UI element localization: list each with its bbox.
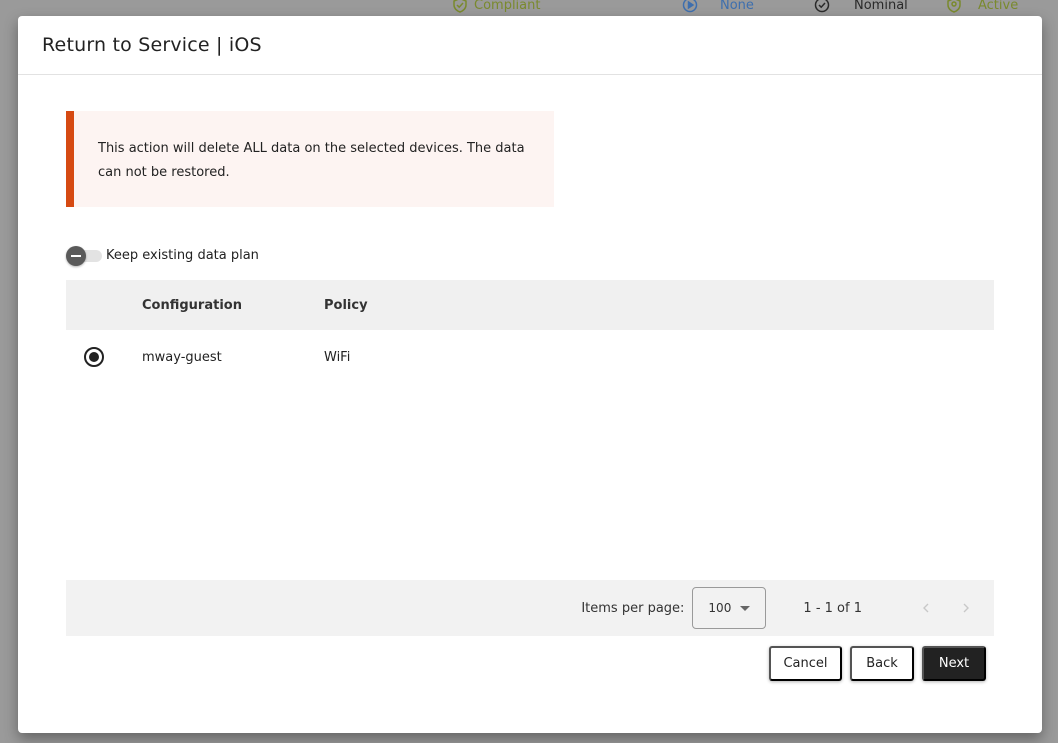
next-page-button[interactable] <box>946 588 986 628</box>
items-per-page-select[interactable]: 100 <box>692 587 767 629</box>
shield-check-icon <box>453 0 467 13</box>
paginator: Items per page: 100 1 - 1 of 1 <box>66 580 994 636</box>
dialog-title: Return to Service | iOS <box>42 34 262 56</box>
dropdown-caret-icon <box>740 606 751 611</box>
return-to-service-dialog: Return to Service | iOS This action will… <box>18 16 1042 733</box>
row-radio-button[interactable] <box>84 347 104 367</box>
background-status-label: None <box>720 0 754 13</box>
column-header-policy: Policy <box>324 297 368 313</box>
chevron-right-icon <box>963 603 969 613</box>
background-status-nominal: Nominal <box>814 0 908 13</box>
cancel-button[interactable]: Cancel <box>769 646 842 681</box>
column-header-configuration: Configuration <box>142 297 242 313</box>
cell-policy: WiFi <box>324 349 351 365</box>
background-status-active: Active <box>946 0 1018 13</box>
next-button[interactable]: Next <box>922 646 986 681</box>
items-per-page-label: Items per page: <box>581 600 685 616</box>
table-row[interactable]: mway-guest WiFi <box>66 330 994 384</box>
shield-user-icon <box>947 0 961 13</box>
background-status-none: None <box>682 0 754 13</box>
configuration-table: Configuration Policy mway-guest WiFi <box>66 280 994 384</box>
keep-data-plan-toggle[interactable] <box>66 245 102 266</box>
background-status-label: Nominal <box>854 0 908 13</box>
chevron-left-icon <box>923 603 929 613</box>
play-circle-icon <box>682 0 698 13</box>
row-select-cell <box>66 347 142 367</box>
background-status-label: Compliant <box>474 0 541 13</box>
keep-data-plan-row: Keep existing data plan <box>66 243 259 267</box>
radio-selected-dot <box>89 352 99 362</box>
back-button[interactable]: Back <box>850 646 914 681</box>
items-per-page-value: 100 <box>708 601 732 615</box>
background-status-compliant: Compliant <box>452 0 540 13</box>
background-status-strip: Compliant None Nominal Active <box>0 0 1058 16</box>
check-circle-icon <box>814 0 830 13</box>
dialog-actions: Cancel Back Next <box>769 646 986 681</box>
warning-text: This action will delete ALL data on the … <box>98 141 525 180</box>
dialog-header: Return to Service | iOS <box>18 16 1042 75</box>
table-header-row: Configuration Policy <box>66 280 994 330</box>
toggle-thumb <box>66 246 86 266</box>
cell-configuration: mway-guest <box>142 349 222 365</box>
page-range-label: 1 - 1 of 1 <box>803 600 862 616</box>
previous-page-button[interactable] <box>906 588 946 628</box>
warning-banner: This action will delete ALL data on the … <box>66 111 554 207</box>
keep-data-plan-label[interactable]: Keep existing data plan <box>106 248 259 263</box>
background-status-label: Active <box>978 0 1019 13</box>
